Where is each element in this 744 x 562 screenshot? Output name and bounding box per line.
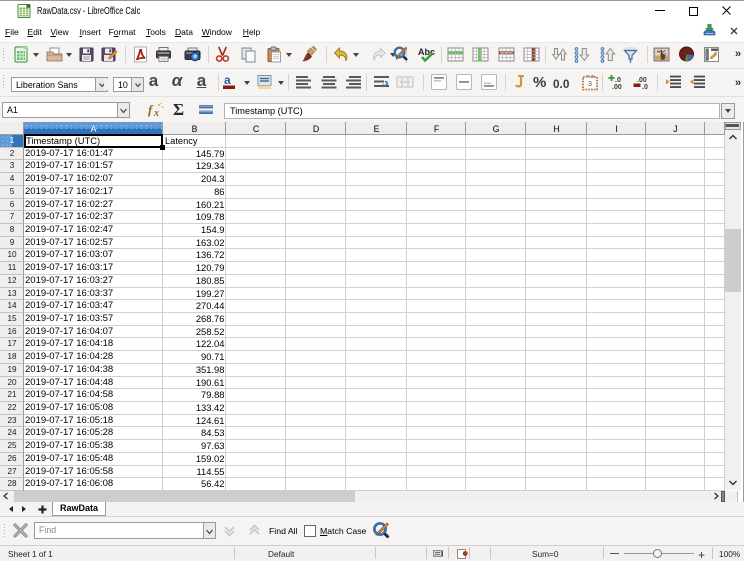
svg-text:3: 3: [588, 81, 592, 88]
svg-text:.0: .0: [615, 77, 621, 84]
svg-text:a: a: [224, 73, 231, 87]
svg-text:.0: .0: [642, 84, 648, 91]
svg-text:Abc: Abc: [418, 47, 435, 57]
svg-text:.00: .00: [612, 84, 622, 91]
svg-text:.00: .00: [637, 77, 647, 84]
svg-text:x: x: [153, 108, 159, 117]
